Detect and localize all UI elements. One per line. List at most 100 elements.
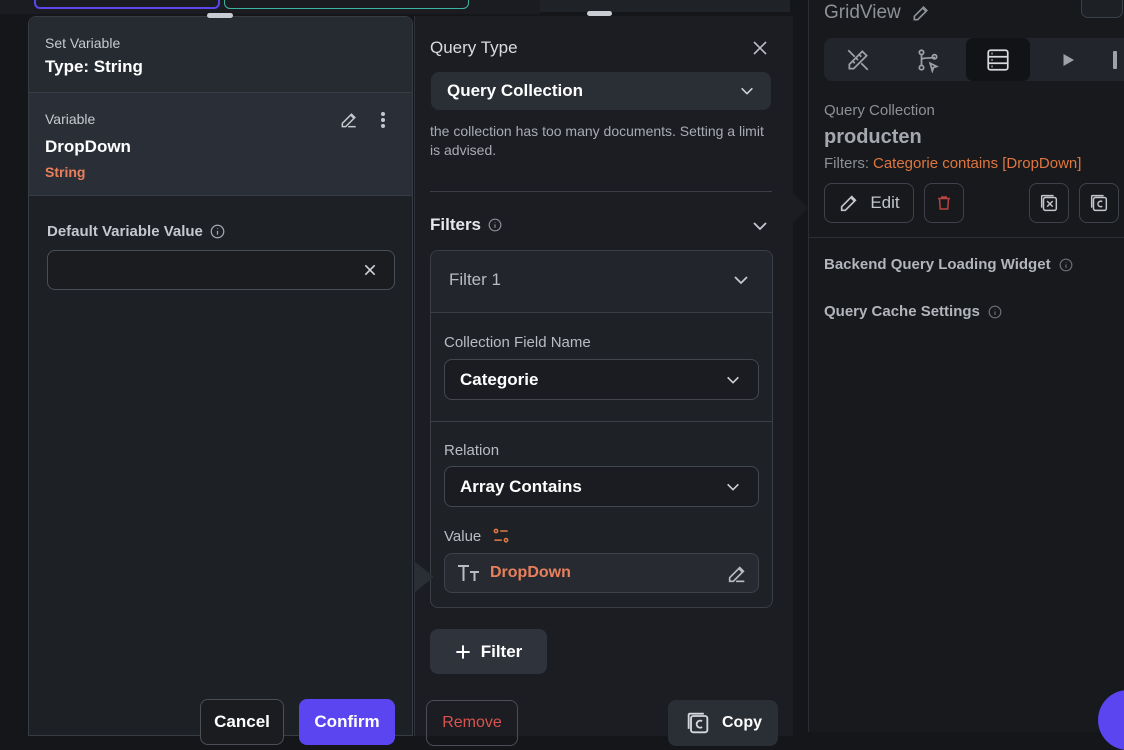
variable-settings-icon[interactable] [491,526,511,546]
add-filter-label: Filter [480,641,523,661]
value-label: Value [444,527,482,545]
variable-query-button[interactable] [1029,183,1069,223]
filters-label: Filters [430,215,482,234]
field-name-value: Categorie [460,369,539,389]
drag-handle[interactable] [587,11,612,16]
copy-query-button[interactable]: Copy [668,700,778,746]
variable-type: String [45,164,86,180]
close-icon[interactable] [359,259,381,281]
cancel-button[interactable]: Cancel [200,699,284,745]
play-icon [1059,51,1077,69]
delete-query-button[interactable] [924,183,964,223]
query-editor-panel: Query Type the collection has too many d… [414,16,793,746]
info-icon[interactable] [210,224,225,239]
filters-summary-value: Categorie contains [DropDown] [873,155,1082,172]
info-icon[interactable] [988,305,1002,319]
loading-widget-label: Backend Query Loading Widget [824,256,1051,273]
canvas-widget-outline[interactable] [224,0,469,9]
more-vertical-icon[interactable] [372,109,394,131]
chevron-down-icon[interactable] [749,215,771,237]
close-icon[interactable] [748,36,772,60]
design-tools-icon [845,47,871,73]
filter-card: Filter 1 Collection Field Name Categorie… [430,250,773,608]
copy-icon [684,709,712,737]
relation-dropdown[interactable]: Array Contains [444,466,759,507]
widget-title: GridView [824,2,931,24]
filters-prefix: Filters: [824,155,869,172]
chevron-down-icon[interactable] [730,269,752,291]
add-filter-button[interactable]: Filter [430,629,547,674]
default-value-label: Default Variable Value [47,223,203,240]
filters-summary: Filters: Categorie contains [DropDown] [824,155,1081,172]
filter-header[interactable]: Filter 1 [431,251,772,313]
tab-actions[interactable] [896,38,960,81]
panel-pointer [414,561,434,593]
tab-partial-icon [1113,50,1117,69]
cache-settings-row[interactable]: Query Cache Settings [824,303,1002,320]
edit-label: Edit [870,193,900,212]
database-icon [985,47,1011,73]
query-type-label: Query Type [430,38,518,57]
edit-query-button[interactable]: Edit [824,183,914,223]
panel-pointer [792,192,808,224]
pencil-icon[interactable] [911,3,931,23]
tab-preview[interactable] [1036,38,1100,81]
collection-name: producten [824,126,922,148]
divider [431,421,772,422]
chevron-down-icon [725,372,741,388]
filters-section-header[interactable]: Filters [430,215,502,235]
value-variable-name: DropDown [490,564,571,581]
set-variable-panel: Set Variable Type: String Variable DropD… [28,16,413,745]
set-variable-label: Set Variable [45,35,121,51]
value-variable-field[interactable]: DropDown [444,553,759,593]
copy-label: Copy [722,714,762,731]
canvas-toolbar [540,0,790,12]
pencil-icon [838,192,860,214]
tab-backend-query[interactable] [966,38,1030,81]
query-collection-label: Query Collection [824,102,935,119]
relation-value: Array Contains [460,476,582,496]
info-icon[interactable] [488,218,502,232]
default-value-input[interactable] [47,250,395,290]
widget-title-text: GridView [824,2,901,23]
confirm-button[interactable]: Confirm [299,699,395,745]
copy-icon [1088,192,1110,214]
pencil-icon[interactable] [338,109,360,131]
field-name-dropdown[interactable]: Categorie [444,359,759,400]
variable-name: DropDown [45,137,131,156]
info-icon[interactable] [1059,258,1073,272]
trash-icon [935,194,953,212]
cache-settings-label: Query Cache Settings [824,303,980,320]
text-type-icon [457,563,481,583]
canvas-widget-outline[interactable] [34,0,220,9]
pencil-icon[interactable] [726,563,748,585]
chevron-down-icon [739,83,755,99]
plus-icon [455,644,471,660]
properties-panel: GridView Query Collection producten Filt… [808,0,1124,732]
panel-menu-button[interactable] [1081,0,1123,18]
query-type-value: Query Collection [447,81,584,100]
drag-handle[interactable] [207,13,233,18]
loading-widget-setting[interactable]: Backend Query Loading Widget [824,256,1073,273]
divider [809,237,1124,238]
variable-type-title: Type: String [45,57,143,76]
value-label-row: Value [444,526,511,546]
tab-more[interactable] [1106,38,1124,81]
chevron-down-icon [725,479,741,495]
variable-card: Variable DropDown String [29,93,412,196]
query-type-dropdown[interactable]: Query Collection [431,72,771,110]
divider [430,191,772,192]
remove-query-button[interactable]: Remove [426,700,518,746]
canvas-background [0,0,540,14]
variable-x-icon [1038,192,1060,214]
action-flow-icon [915,47,941,73]
variable-label: Variable [45,111,96,127]
tab-properties[interactable] [826,38,890,81]
filter-title: Filter 1 [449,270,501,289]
copy-query-button[interactable] [1079,183,1119,223]
relation-label: Relation [444,442,500,459]
default-value-label-row: Default Variable Value [47,223,225,240]
properties-tabs [824,38,1124,81]
set-variable-header: Set Variable Type: String [29,17,412,93]
query-limit-note: the collection has too many documents. S… [430,123,764,158]
